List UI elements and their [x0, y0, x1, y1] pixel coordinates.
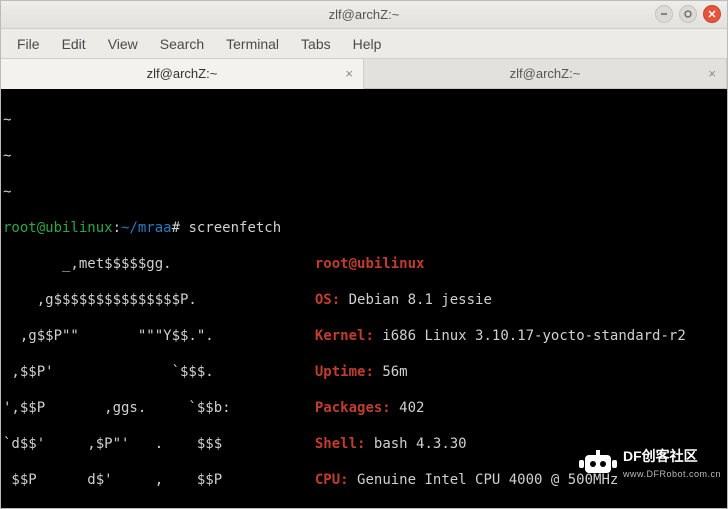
menu-edit[interactable]: Edit [52, 32, 96, 56]
terminal-output: ~ [3, 112, 11, 128]
info-kernel-value: i686 Linux 3.10.17-yocto-standard-r2 [382, 328, 685, 344]
terminal-viewport[interactable]: ~ ~ ~ root@ubilinux:~/mraa# screenfetch … [1, 89, 727, 508]
close-icon [708, 10, 716, 18]
watermark-logo: DF创客社区 www.DFRobot.com.cn [579, 447, 721, 483]
command-text: screenfetch [188, 220, 281, 236]
menubar: File Edit View Search Terminal Tabs Help [1, 29, 727, 59]
info-os-key: OS: [315, 292, 349, 308]
watermark-text: DF创客社区 [623, 447, 721, 465]
info-packages-value: 402 [399, 400, 424, 416]
maximize-button[interactable] [679, 5, 697, 23]
tabbar: zlf@archZ:~ × zlf@archZ:~ × [1, 59, 727, 89]
info-user: root [315, 256, 349, 272]
menu-search[interactable]: Search [150, 32, 214, 56]
tab-label: zlf@archZ:~ [147, 66, 218, 81]
info-uptime-value: 56m [382, 364, 407, 380]
prompt-path: ~/mraa [121, 220, 172, 236]
menu-tabs[interactable]: Tabs [291, 32, 341, 56]
terminal-window: zlf@archZ:~ File Edit View Search Termin… [0, 0, 728, 509]
titlebar: zlf@archZ:~ [1, 1, 727, 29]
info-cpu-key: CPU: [315, 472, 357, 488]
info-kernel-key: Kernel: [315, 328, 382, 344]
minimize-icon [660, 10, 668, 18]
terminal-output: ~ [3, 148, 11, 164]
info-shell-key: Shell: [315, 436, 374, 452]
info-shell-value: bash 4.3.30 [374, 436, 467, 452]
tab-close-button[interactable]: × [708, 66, 716, 81]
info-os-value: Debian 8.1 jessie [349, 292, 492, 308]
watermark-url: www.DFRobot.com.cn [623, 465, 721, 483]
menu-view[interactable]: View [98, 32, 148, 56]
window-title: zlf@archZ:~ [329, 7, 400, 22]
prompt-user: root@ubilinux [3, 220, 113, 236]
menu-terminal[interactable]: Terminal [216, 32, 289, 56]
menu-file[interactable]: File [7, 32, 50, 56]
terminal-output: ~ [3, 184, 11, 200]
info-packages-key: Packages: [315, 400, 399, 416]
tab-0[interactable]: zlf@archZ:~ × [1, 59, 364, 89]
maximize-icon [684, 10, 692, 18]
info-uptime-key: Uptime: [315, 364, 382, 380]
minimize-button[interactable] [655, 5, 673, 23]
window-controls [655, 5, 721, 23]
tab-close-button[interactable]: × [345, 66, 353, 81]
tab-1[interactable]: zlf@archZ:~ × [364, 59, 727, 88]
robot-icon [579, 450, 617, 480]
close-button[interactable] [703, 5, 721, 23]
debian-logo-ascii: _,met$$$$$gg. [3, 256, 264, 272]
tab-label: zlf@archZ:~ [510, 66, 581, 81]
menu-help[interactable]: Help [343, 32, 392, 56]
